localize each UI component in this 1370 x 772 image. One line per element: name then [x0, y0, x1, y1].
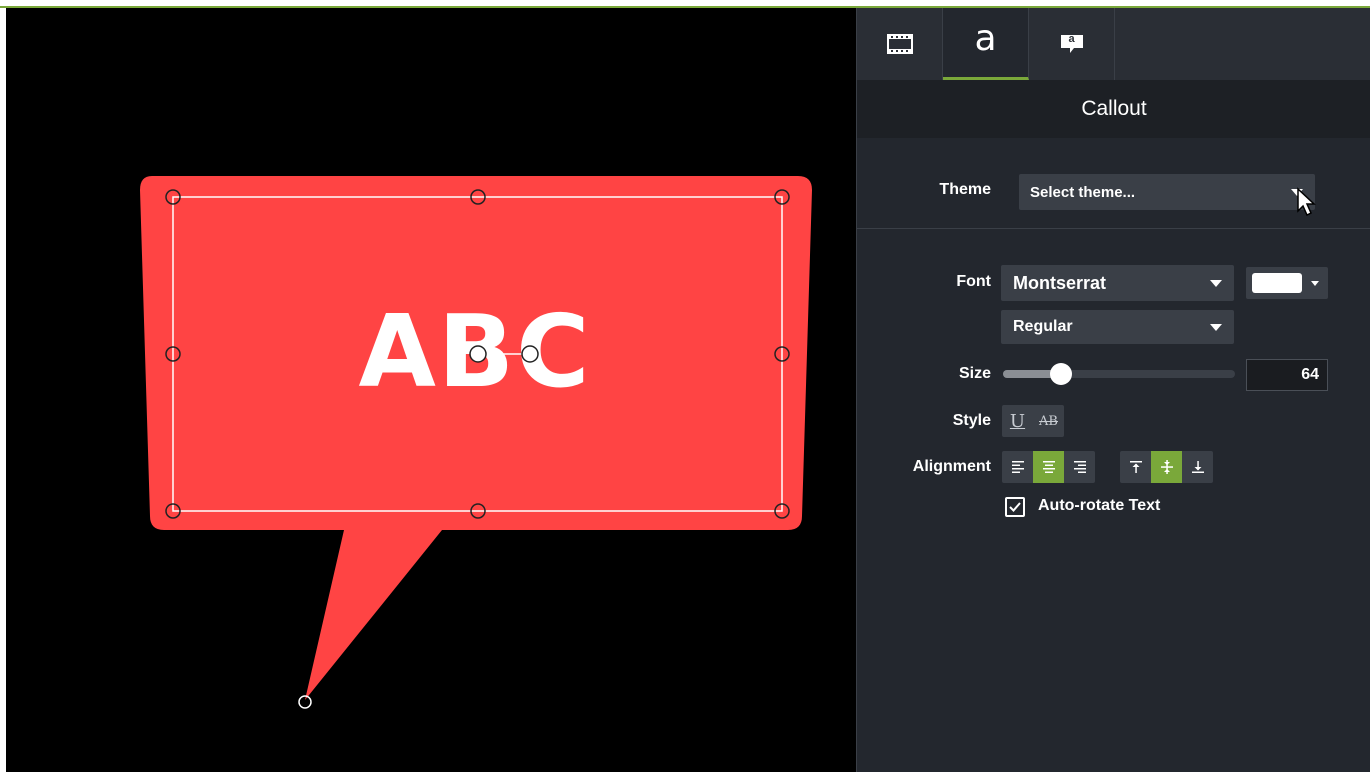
text-icon: a: [974, 17, 997, 59]
chevron-down-icon: [1311, 281, 1319, 286]
font-label: Font: [956, 273, 991, 290]
align-bottom-icon: [1191, 461, 1204, 473]
horizontal-alignment-group: [1002, 451, 1095, 483]
style-label: Style: [952, 412, 991, 429]
properties-panel: a a Callout Theme Select theme... Font M…: [856, 8, 1370, 772]
checkmark-icon: [1009, 502, 1021, 512]
chevron-down-icon: [1210, 324, 1222, 331]
align-right-icon: [1073, 461, 1086, 473]
font-color-picker[interactable]: [1246, 267, 1328, 299]
mouse-cursor-icon: [1297, 187, 1316, 217]
align-middle-icon: [1160, 460, 1173, 474]
tab-visual-properties[interactable]: [857, 8, 943, 80]
size-label: Size: [958, 365, 991, 382]
size-input[interactable]: 64: [1246, 359, 1328, 391]
underline-icon: U: [1009, 410, 1026, 432]
alignment-label: Alignment: [912, 458, 991, 475]
align-center-icon: [1042, 461, 1055, 473]
strikethrough-button[interactable]: AB: [1033, 405, 1064, 437]
style-button-group: U AB: [1002, 405, 1064, 437]
align-top-icon: [1129, 461, 1142, 473]
font-family-select[interactable]: Montserrat: [1001, 265, 1234, 301]
rotation-handle: [521, 345, 539, 363]
size-slider-thumb[interactable]: [1050, 363, 1072, 385]
auto-rotate-label: Auto-rotate Text: [1038, 497, 1161, 514]
callout-icon-letter: a: [1068, 33, 1075, 45]
align-left-button[interactable]: [1002, 451, 1033, 483]
font-family-value: Montserrat: [1013, 272, 1107, 293]
callout-tail-handle: [298, 695, 312, 709]
center-handle: [469, 345, 487, 363]
vertical-alignment-group: [1120, 451, 1213, 483]
theme-select-value: Select theme...: [1030, 183, 1136, 201]
align-left-icon: [1011, 461, 1024, 473]
callout-shape: [140, 176, 812, 700]
font-weight-select[interactable]: Regular: [1001, 310, 1234, 344]
size-slider[interactable]: [1003, 363, 1235, 385]
align-center-button[interactable]: [1033, 451, 1064, 483]
properties-tab-bar: a a: [857, 8, 1370, 80]
section-divider: [857, 228, 1370, 229]
theme-label: Theme: [939, 181, 991, 198]
tab-callout-properties[interactable]: a: [1029, 8, 1115, 80]
font-color-swatch: [1252, 273, 1302, 293]
tab-text-properties[interactable]: a: [943, 8, 1029, 80]
align-middle-button[interactable]: [1151, 451, 1182, 483]
theme-select[interactable]: Select theme...: [1019, 174, 1315, 210]
chevron-down-icon: [1210, 280, 1222, 287]
align-bottom-button[interactable]: [1182, 451, 1213, 483]
align-top-button[interactable]: [1120, 451, 1151, 483]
auto-rotate-checkbox[interactable]: [1005, 497, 1025, 517]
underline-button[interactable]: U: [1002, 405, 1033, 437]
callout-graphic[interactable]: ABC: [6, 8, 856, 772]
callout-icon: a: [1058, 32, 1086, 56]
window-top-border: [0, 0, 1370, 8]
panel-title: Callout: [857, 80, 1370, 138]
preview-canvas[interactable]: ABC: [6, 8, 856, 772]
font-weight-value: Regular: [1013, 318, 1073, 335]
strikethrough-icon: AB: [1039, 413, 1058, 429]
align-right-button[interactable]: [1064, 451, 1095, 483]
film-strip-icon: [886, 34, 913, 54]
